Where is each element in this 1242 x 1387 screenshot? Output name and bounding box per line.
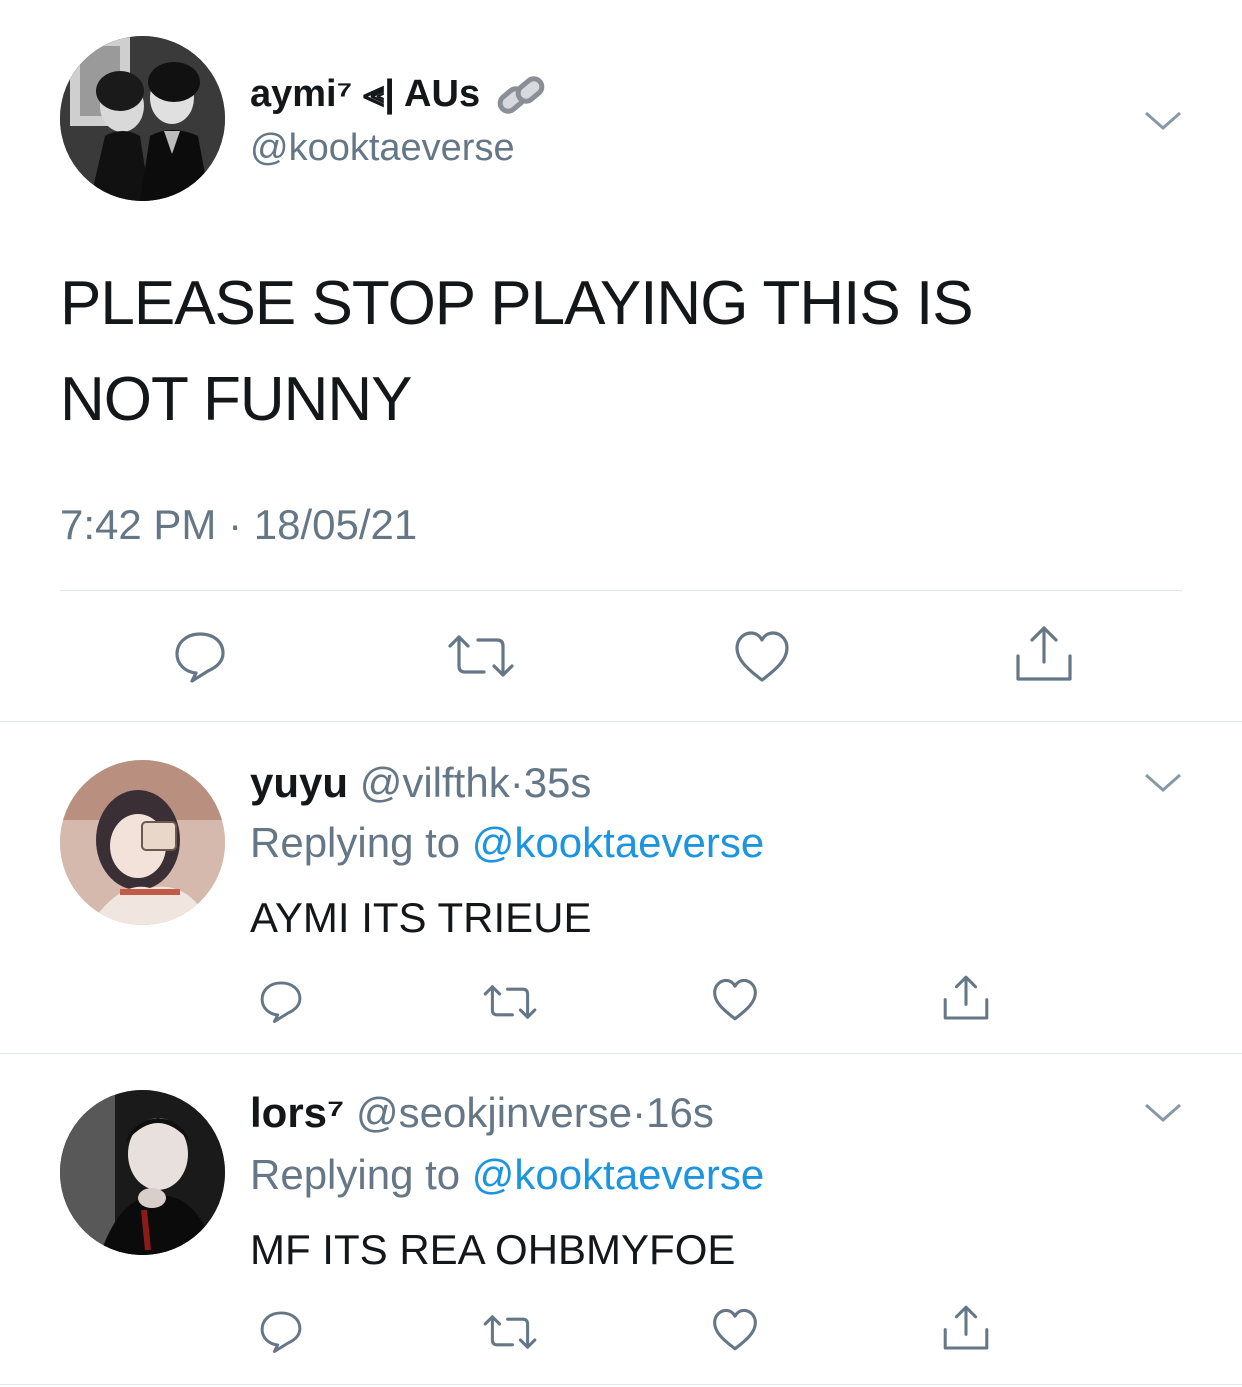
mention-link[interactable]: @kooktaeverse [472, 819, 764, 866]
avatar[interactable] [60, 760, 225, 925]
reply-age[interactable]: 35s [524, 759, 592, 806]
share-icon[interactable] [1014, 624, 1074, 684]
chevron-down-icon[interactable] [1143, 1100, 1183, 1124]
avatar-image [60, 1090, 225, 1255]
reply-text: MF ITS REA OHBMYFOE [250, 1226, 736, 1273]
user-handle[interactable]: @kooktaeverse [250, 126, 515, 170]
display-name[interactable]: lors⁷ [250, 1089, 344, 1136]
dot-separator: · [632, 1089, 647, 1136]
divider [0, 1053, 1242, 1054]
display-name[interactable]: yuyu [250, 759, 348, 806]
avatar[interactable] [60, 1090, 225, 1255]
reply-header: lors⁷ @seokjinverse·16s [250, 1088, 714, 1138]
reply-icon[interactable] [258, 978, 304, 1024]
tweet-text: PLEASE STOP PLAYING THIS IS NOT FUNNY [60, 269, 974, 434]
divider [60, 590, 1182, 591]
like-icon[interactable] [712, 978, 758, 1022]
divider [0, 1384, 1242, 1385]
mention-link[interactable]: @kooktaeverse [472, 1151, 764, 1198]
like-icon[interactable] [734, 630, 790, 684]
display-name[interactable]: aymi⁷ ⫷| AUs [250, 72, 551, 118]
replying-to: Replying to @kooktaeverse [250, 819, 765, 866]
retweet-icon[interactable] [446, 632, 516, 680]
retweet-icon[interactable] [482, 1312, 538, 1352]
avatar-image [60, 760, 225, 925]
user-handle[interactable]: @seokjinverse [356, 1089, 632, 1136]
share-icon[interactable] [942, 1304, 990, 1352]
chevron-down-icon[interactable] [1143, 108, 1183, 132]
dot-separator: · [509, 759, 524, 806]
link-emoji-icon [493, 74, 551, 118]
reply-text: AYMI ITS TRIEUE [250, 894, 592, 941]
avatar-image [60, 36, 225, 201]
user-handle[interactable]: @vilfthk [360, 759, 510, 806]
avatar[interactable] [60, 36, 225, 201]
chevron-down-icon[interactable] [1143, 770, 1183, 794]
like-icon[interactable] [712, 1308, 758, 1352]
retweet-icon[interactable] [482, 982, 538, 1022]
reply-icon[interactable] [258, 1308, 304, 1354]
share-icon[interactable] [942, 974, 990, 1022]
reply-age[interactable]: 16s [646, 1089, 714, 1136]
replying-to: Replying to @kooktaeverse [250, 1151, 765, 1198]
divider [0, 721, 1242, 722]
tweet-timestamp[interactable]: 7:42 PM · 18/05/21 [60, 501, 417, 549]
reply-icon[interactable] [172, 628, 228, 684]
reply-header: yuyu @vilfthk·35s [250, 758, 591, 808]
